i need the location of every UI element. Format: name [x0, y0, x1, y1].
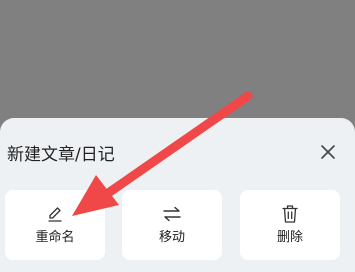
- action-row: 重命名 移动 删除: [0, 190, 355, 260]
- dim-overlay[interactable]: [0, 0, 355, 118]
- move-button[interactable]: 移动: [122, 190, 222, 260]
- sheet-title: 新建文章/日记: [7, 145, 115, 165]
- rename-label: 重命名: [35, 230, 75, 245]
- rename-button[interactable]: 重命名: [5, 190, 105, 260]
- bottom-sheet: 新建文章/日记 重命名 移动 删除: [0, 118, 355, 272]
- trash-icon: [282, 205, 298, 223]
- swap-arrows-icon: [163, 206, 181, 222]
- delete-label: 删除: [276, 230, 303, 245]
- close-button[interactable]: [316, 140, 340, 164]
- close-icon: [321, 145, 335, 159]
- pencil-icon: [48, 207, 62, 222]
- move-label: 移动: [158, 230, 185, 245]
- delete-button[interactable]: 删除: [240, 190, 340, 260]
